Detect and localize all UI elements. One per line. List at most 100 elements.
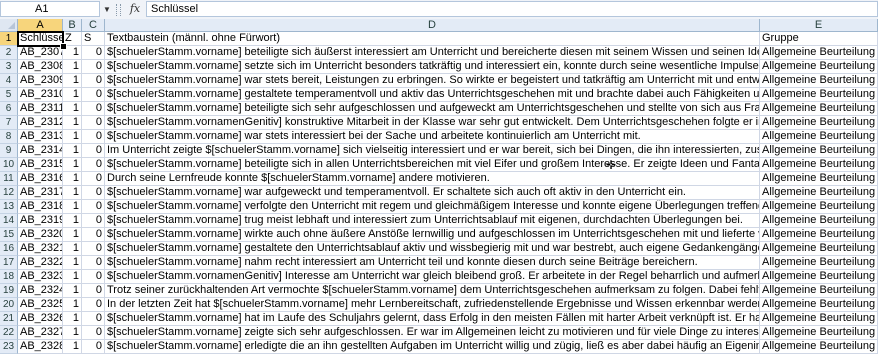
fill-handle[interactable] [60, 43, 67, 50]
cell-d[interactable]: $[schuelerStamm.vorname] war aufgeweckt … [105, 186, 760, 200]
cell-e[interactable]: Gruppe [760, 32, 878, 46]
cell-d[interactable]: $[schuelerStamm.vorname] beteiligte sich… [105, 102, 760, 116]
row-header[interactable]: 17 [0, 256, 18, 270]
cell-e[interactable]: Allgemeine Beurteilung [760, 60, 878, 74]
cell-c[interactable]: 0 [82, 46, 105, 60]
cell-b[interactable]: 1 [63, 326, 82, 340]
cell-d[interactable]: $[schuelerStamm.vorname] zeigte sich seh… [105, 326, 760, 340]
select-all-button[interactable] [0, 19, 18, 32]
cell-b[interactable]: 1 [63, 256, 82, 270]
row-header[interactable]: 8 [0, 130, 18, 144]
row-header[interactable]: 9 [0, 144, 18, 158]
name-box[interactable]: A1 [0, 1, 100, 17]
cell-a[interactable]: AB_2311 [18, 102, 63, 116]
cell-d[interactable]: $[schuelerStamm.vornamenGenitiv] Interes… [105, 270, 760, 284]
cell-e[interactable]: Allgemeine Beurteilung [760, 172, 878, 186]
cell-c[interactable]: 0 [82, 270, 105, 284]
column-header-d[interactable]: D [105, 19, 760, 32]
row-header[interactable]: 20 [0, 298, 18, 312]
row-header[interactable]: 15 [0, 228, 18, 242]
cell-c[interactable]: S [82, 32, 105, 46]
cell-e[interactable]: Allgemeine Beurteilung [760, 270, 878, 284]
cell-d[interactable]: Textbaustein (männl. ohne Fürwort) [105, 32, 760, 46]
cell-a[interactable]: AB_2307 [18, 46, 63, 60]
column-header-e[interactable]: E [760, 19, 878, 32]
cell-e[interactable]: Allgemeine Beurteilung [760, 312, 878, 326]
cell-d[interactable]: $[schuelerStamm.vorname] trug meist lebh… [105, 214, 760, 228]
cell-c[interactable]: 0 [82, 200, 105, 214]
cell-c[interactable]: 0 [82, 186, 105, 200]
row-header[interactable]: 13 [0, 200, 18, 214]
cell-d[interactable]: $[schuelerStamm.vorname] wirkte auch ohn… [105, 228, 760, 242]
row-header[interactable]: 11 [0, 172, 18, 186]
cell-b[interactable]: 1 [63, 298, 82, 312]
row-header[interactable]: 6 [0, 102, 18, 116]
cell-c[interactable]: 0 [82, 214, 105, 228]
cell-e[interactable]: Allgemeine Beurteilung [760, 284, 878, 298]
cell-e[interactable]: Allgemeine Beurteilung [760, 228, 878, 242]
cell-b[interactable]: 1 [63, 158, 82, 172]
cell-a[interactable]: AB_2323 [18, 270, 63, 284]
cell-a[interactable]: AB_2326 [18, 312, 63, 326]
cell-e[interactable]: Allgemeine Beurteilung [760, 298, 878, 312]
cell-c[interactable]: 0 [82, 228, 105, 242]
cell-b[interactable]: 1 [63, 228, 82, 242]
cell-a[interactable]: AB_2313 [18, 130, 63, 144]
cell-e[interactable]: Allgemeine Beurteilung [760, 200, 878, 214]
formula-bar-splitter[interactable] [116, 4, 121, 16]
cell-c[interactable]: 0 [82, 144, 105, 158]
cell-c[interactable]: 0 [82, 298, 105, 312]
cell-b[interactable]: 1 [63, 102, 82, 116]
cell-b[interactable]: 1 [63, 88, 82, 102]
cell-b[interactable]: 1 [63, 116, 82, 130]
formula-input[interactable]: Schlüssel [146, 1, 878, 17]
insert-function-icon[interactable]: fx [125, 1, 145, 17]
row-header[interactable]: 21 [0, 312, 18, 326]
cell-d[interactable]: $[schuelerStamm.vorname] gestaltete den … [105, 242, 760, 256]
row-header[interactable]: 5 [0, 88, 18, 102]
cell-c[interactable]: 0 [82, 284, 105, 298]
cell-a[interactable]: AB_2317 [18, 186, 63, 200]
column-header-c[interactable]: C [82, 19, 105, 32]
cell-c[interactable]: 0 [82, 340, 105, 354]
cell-c[interactable]: 0 [82, 102, 105, 116]
cell-e[interactable]: Allgemeine Beurteilung [760, 326, 878, 340]
cell-e[interactable]: Allgemeine Beurteilung [760, 102, 878, 116]
cell-b[interactable]: 1 [63, 172, 82, 186]
cell-c[interactable]: 0 [82, 312, 105, 326]
cell-b[interactable]: 1 [63, 340, 82, 354]
cell-d[interactable]: Im Unterricht zeigte $[schuelerStamm.vor… [105, 144, 760, 158]
cell-c[interactable]: 0 [82, 74, 105, 88]
cell-b[interactable]: 1 [63, 74, 82, 88]
cell-a[interactable]: AB_2325 [18, 298, 63, 312]
cell-b[interactable]: 1 [63, 284, 82, 298]
cell-e[interactable]: Allgemeine Beurteilung [760, 144, 878, 158]
row-header[interactable]: 22 [0, 326, 18, 340]
cell-b[interactable]: 1 [63, 130, 82, 144]
cell-d[interactable]: Trotz seiner zurückhaltenden Art vermoch… [105, 284, 760, 298]
cell-d[interactable]: $[schuelerStamm.vorname] gestaltete temp… [105, 88, 760, 102]
cell-b[interactable]: 1 [63, 60, 82, 74]
cell-e[interactable]: Allgemeine Beurteilung [760, 158, 878, 172]
cell-c[interactable]: 0 [82, 242, 105, 256]
row-header[interactable]: 4 [0, 74, 18, 88]
cell-c[interactable]: 0 [82, 116, 105, 130]
row-header[interactable]: 10 [0, 158, 18, 172]
cell-d[interactable]: $[schuelerStamm.vorname] war stets berei… [105, 74, 760, 88]
cell-d[interactable]: $[schuelerStamm.vorname] beteiligte sich… [105, 46, 760, 60]
cell-b[interactable]: 1 [63, 242, 82, 256]
cell-c[interactable]: 0 [82, 130, 105, 144]
cell-a[interactable]: AB_2321 [18, 242, 63, 256]
cell-d[interactable]: $[schuelerStamm.vorname] erledigte die a… [105, 340, 760, 354]
cell-e[interactable]: Allgemeine Beurteilung [760, 214, 878, 228]
row-header[interactable]: 23 [0, 340, 18, 354]
cell-c[interactable]: 0 [82, 172, 105, 186]
cell-d[interactable]: $[schuelerStamm.vorname] beteiligte sich… [105, 158, 760, 172]
cell-d[interactable]: $[schuelerStamm.vorname] nahm recht inte… [105, 256, 760, 270]
cell-e[interactable]: Allgemeine Beurteilung [760, 242, 878, 256]
cell-a[interactable]: AB_2328 [18, 340, 63, 354]
cell-a[interactable]: AB_2308 [18, 60, 63, 74]
cell-a[interactable]: AB_2312 [18, 116, 63, 130]
cell-a[interactable]: AB_2320 [18, 228, 63, 242]
cell-b[interactable]: 1 [63, 144, 82, 158]
